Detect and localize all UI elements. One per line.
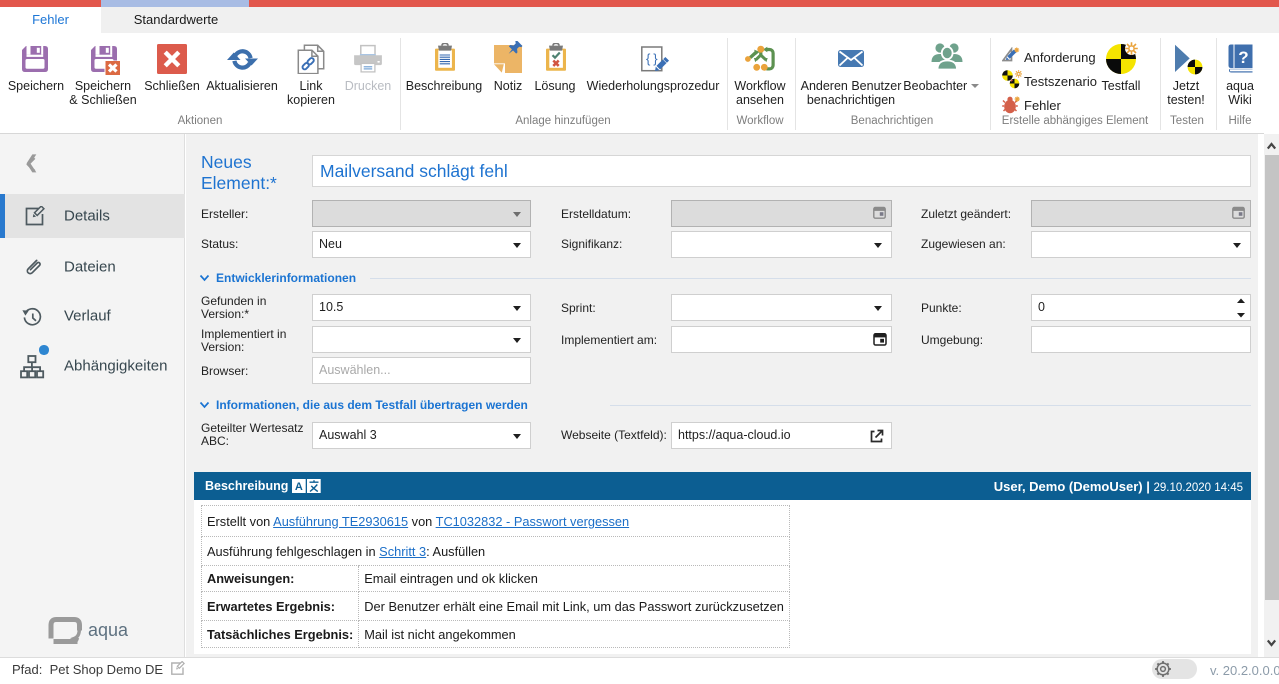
svg-text:}: } bbox=[653, 51, 658, 66]
svg-text:A: A bbox=[295, 481, 303, 493]
svg-text:?: ? bbox=[1238, 48, 1248, 67]
svg-text:{: { bbox=[646, 51, 651, 66]
